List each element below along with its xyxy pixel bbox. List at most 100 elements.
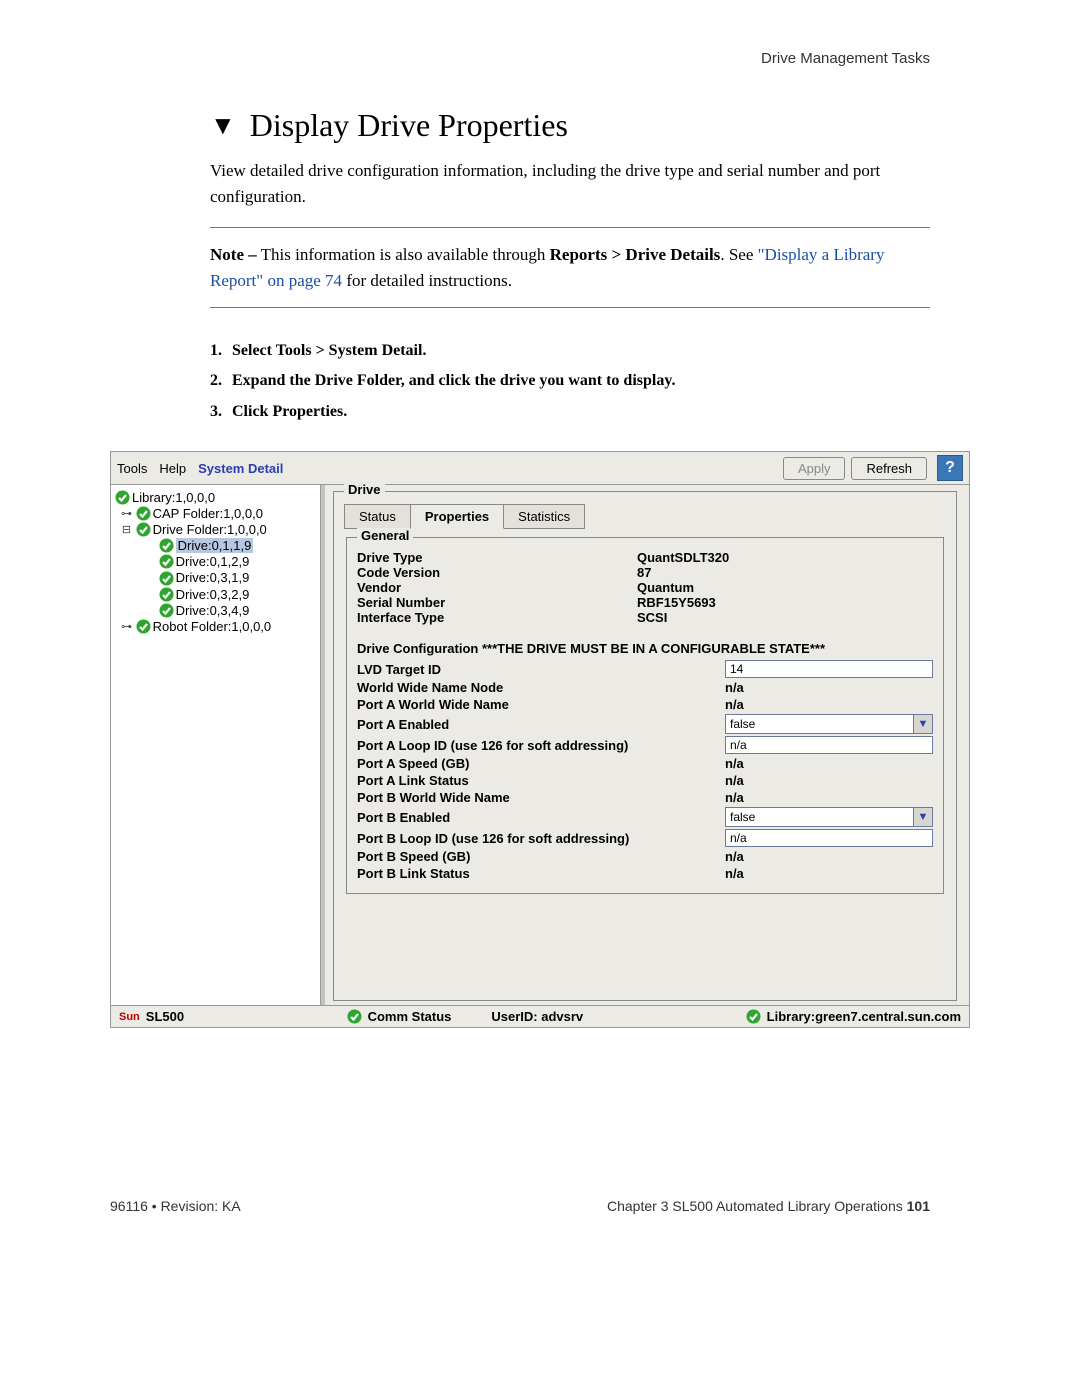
tree-drive-0[interactable]: Drive:0,1,1,9 (115, 537, 316, 553)
check-icon (159, 587, 174, 602)
note-pre: This information is also available throu… (257, 245, 550, 264)
footer-right: Chapter 3 SL500 Automated Library Operat… (607, 1198, 930, 1214)
v-pa-link: n/a (725, 773, 744, 788)
input-port-b-loop-id[interactable] (725, 829, 933, 847)
note-after: for detailed instructions. (342, 271, 512, 290)
v-iface: SCSI (637, 610, 667, 625)
apply-button[interactable]: Apply (783, 457, 846, 480)
v-pb-wwn: n/a (725, 790, 744, 805)
k-drive-type: Drive Type (357, 550, 637, 565)
note-see: . See (720, 245, 757, 264)
section-header: Drive Management Tasks (80, 50, 930, 67)
divider (210, 227, 930, 228)
menu-system-detail[interactable]: System Detail (198, 461, 283, 476)
divider (210, 307, 930, 308)
check-icon (159, 571, 174, 586)
check-icon (159, 554, 174, 569)
brand-model: SL500 (146, 1009, 184, 1024)
tab-properties[interactable]: Properties (410, 504, 504, 529)
intro-text: View detailed drive configuration inform… (210, 158, 930, 209)
general-legend: General (357, 528, 413, 543)
page-title: Display Drive Properties (250, 107, 568, 144)
help-icon[interactable]: ? (937, 455, 963, 481)
page-number: 101 (907, 1198, 930, 1214)
chevron-down-icon: ▼ (913, 715, 932, 733)
v-vendor: Quantum (637, 580, 694, 595)
k-pa-wwn: Port A World Wide Name (357, 697, 725, 712)
tree-robot-folder[interactable]: ⊶ Robot Folder:1,0,0,0 (115, 618, 316, 634)
k-pb-loop: Port B Loop ID (use 126 for soft address… (357, 831, 725, 846)
tab-status[interactable]: Status (344, 504, 411, 529)
v-code-version: 87 (637, 565, 651, 580)
v-pa-speed: n/a (725, 756, 744, 771)
app-screenshot: Tools Help System Detail Apply Refresh ?… (110, 451, 970, 1028)
step-2: Expand the Drive Folder, and click the d… (232, 366, 675, 396)
steps-list: 1.Select Tools > System Detail. 2.Expand… (210, 336, 930, 427)
menubar: Tools Help System Detail Apply Refresh ? (111, 452, 969, 485)
v-serial: RBF15Y5693 (637, 595, 716, 610)
drive-config-title: Drive Configuration ***THE DRIVE MUST BE… (357, 641, 933, 656)
page-footer: 96116 • Revision: KA Chapter 3 SL500 Aut… (110, 1198, 930, 1214)
k-serial: Serial Number (357, 595, 637, 610)
v-wwn-node: n/a (725, 680, 744, 695)
tree-drive-1[interactable]: Drive:0,1,2,9 (115, 553, 316, 569)
detail-pane: Drive Status Properties Statistics Gener… (321, 485, 969, 1005)
user-id: UserID: advsrv (491, 1009, 583, 1024)
tree-root[interactable]: Library:1,0,0,0 (115, 489, 316, 505)
v-pb-link: n/a (725, 866, 744, 881)
k-pa-enabled: Port A Enabled (357, 717, 725, 732)
drive-legend: Drive (344, 482, 385, 497)
tree-cap-folder[interactable]: ⊶ CAP Folder:1,0,0,0 (115, 505, 316, 521)
check-icon (746, 1009, 761, 1024)
check-icon (136, 522, 151, 537)
refresh-button[interactable]: Refresh (851, 457, 927, 480)
k-pa-loop: Port A Loop ID (use 126 for soft address… (357, 738, 725, 753)
k-iface: Interface Type (357, 610, 637, 625)
comm-status: Comm Status (347, 1009, 452, 1024)
menu-tools[interactable]: Tools (117, 461, 147, 476)
step-1: Select Tools > System Detail. (232, 336, 426, 366)
k-pb-speed: Port B Speed (GB) (357, 849, 725, 864)
statusbar: Sun SL500 Comm Status UserID: advsrv Lib… (111, 1005, 969, 1027)
check-icon (159, 603, 174, 618)
tree-drive-4[interactable]: Drive:0,3,4,9 (115, 602, 316, 618)
library-status: Library:green7.central.sun.com (746, 1009, 961, 1024)
k-wwn-node: World Wide Name Node (357, 680, 725, 695)
note-block: Note – This information is also availabl… (210, 242, 930, 293)
check-icon (347, 1009, 362, 1024)
k-code-version: Code Version (357, 565, 637, 580)
brand: Sun SL500 (119, 1009, 184, 1024)
triangle-down-icon: ▼ (210, 113, 236, 139)
dropdown-port-b-enabled[interactable]: false▼ (725, 807, 933, 827)
chevron-down-icon: ▼ (913, 808, 932, 826)
k-pb-link: Port B Link Status (357, 866, 725, 881)
check-icon (115, 490, 130, 505)
input-port-a-loop-id[interactable] (725, 736, 933, 754)
menu-help[interactable]: Help (159, 461, 186, 476)
dropdown-port-a-enabled[interactable]: false▼ (725, 714, 933, 734)
k-lvd: LVD Target ID (357, 662, 725, 677)
input-lvd-target-id[interactable] (725, 660, 933, 678)
k-pa-link: Port A Link Status (357, 773, 725, 788)
tree-drive-2[interactable]: Drive:0,3,1,9 (115, 569, 316, 585)
k-pb-enabled: Port B Enabled (357, 810, 725, 825)
v-drive-type: QuantSDLT320 (637, 550, 729, 565)
check-icon (136, 619, 151, 634)
check-icon (136, 506, 151, 521)
k-pa-speed: Port A Speed (GB) (357, 756, 725, 771)
tree-drive-folder[interactable]: ⊟ Drive Folder:1,0,0,0 (115, 521, 316, 537)
note-path: Reports > Drive Details (550, 245, 721, 264)
v-pa-wwn: n/a (725, 697, 744, 712)
k-vendor: Vendor (357, 580, 637, 595)
tabs: Status Properties Statistics (344, 504, 946, 529)
sun-logo-icon: Sun (119, 1011, 140, 1023)
footer-left: 96116 • Revision: KA (110, 1198, 241, 1214)
tree-drive-3[interactable]: Drive:0,3,2,9 (115, 586, 316, 602)
note-label: Note – (210, 245, 257, 264)
v-pb-speed: n/a (725, 849, 744, 864)
check-icon (159, 538, 174, 553)
k-pb-wwn: Port B World Wide Name (357, 790, 725, 805)
step-3: Click Properties. (232, 397, 347, 427)
tree-pane: Library:1,0,0,0 ⊶ CAP Folder:1,0,0,0 ⊟ D… (111, 485, 321, 1005)
tab-statistics[interactable]: Statistics (503, 504, 585, 529)
